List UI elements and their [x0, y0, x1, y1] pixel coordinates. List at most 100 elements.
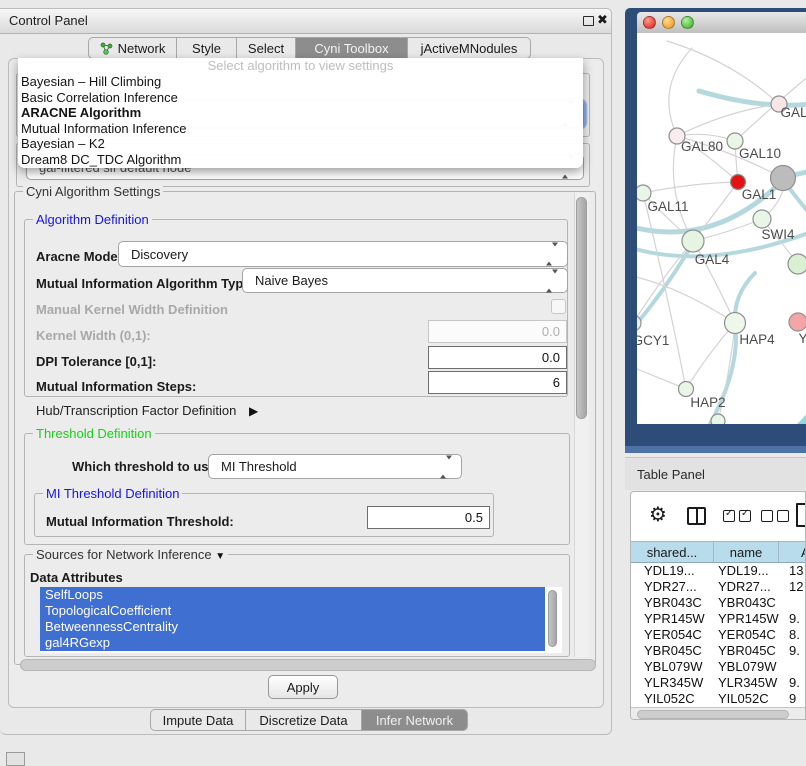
table-horizontal-scrollbar[interactable] [631, 707, 806, 720]
mi-type-combobox[interactable]: Naive Bayes [242, 268, 568, 293]
manual-kernel-checkbox[interactable] [551, 299, 566, 314]
control-panel-titlebar: Control Panel ✖ [0, 9, 611, 34]
network-node-label: GAL1 [742, 187, 777, 202]
table-scrollbar-thumb[interactable] [637, 710, 789, 719]
table-row[interactable]: YBR045CYBR045C9. [631, 643, 806, 659]
tab-impute-data[interactable]: Impute Data [150, 709, 246, 731]
tab-style[interactable]: Style [177, 37, 237, 59]
table-cell: YBR045C [631, 643, 714, 659]
algorithm-dropdown-item[interactable]: Bayesian – K2 [18, 136, 583, 152]
table-settings-gear-icon[interactable]: ⚙ [649, 505, 667, 526]
table-cell: 9 [779, 691, 806, 707]
data-attribute-item[interactable]: TopologicalCoefficient [40, 603, 545, 619]
float-window-icon[interactable] [583, 16, 594, 26]
combobox-value: MI Threshold [221, 459, 297, 474]
zoom-traffic-light-icon[interactable] [681, 16, 694, 29]
table-row[interactable]: YPR145WYPR145W9. [631, 611, 806, 627]
network-node-gal4[interactable] [682, 230, 704, 252]
tab-discretize-data[interactable]: Discretize Data [246, 709, 362, 731]
export-table-icon[interactable] [796, 503, 806, 527]
table-cell: YDL19... [714, 563, 779, 579]
algorithm-dropdown-item[interactable]: Bayesian – Hill Climbing [18, 74, 583, 90]
apply-button[interactable]: Apply [268, 675, 338, 699]
dpi-tolerance-label: DPI Tolerance [0,1]: [36, 354, 156, 369]
minimize-traffic-light-icon[interactable] [662, 16, 675, 29]
kernel-width-field[interactable]: 0.0 [428, 320, 567, 343]
data-attribute-item[interactable]: SelfLoops [40, 587, 545, 603]
table-cell: YBR045C [714, 643, 779, 659]
table-row[interactable]: YBR043CYBR043C [631, 595, 806, 611]
tab-label: jActiveMNodules [421, 41, 518, 56]
tab-cyni-toolbox[interactable]: Cyni Toolbox [296, 37, 408, 59]
settings-horizontal-scrollbar[interactable] [20, 659, 596, 671]
network-node[interactable] [788, 254, 806, 274]
algorithm-dropdown-item[interactable]: Dream8 DC_TDC Algorithm [18, 152, 583, 168]
data-attributes-list[interactable]: SelfLoopsTopologicalCoefficientBetweenne… [40, 587, 562, 653]
tab-network[interactable]: Network [88, 37, 177, 59]
data-attributes-label: Data Attributes [30, 570, 123, 585]
network-edge[interactable] [637, 365, 686, 389]
table-cell: YER054C [714, 627, 779, 643]
network-node[interactable] [711, 414, 725, 424]
network-edge[interactable] [765, 401, 806, 424]
aracne-mode-label: Aracne Mode: [36, 249, 122, 264]
tab-infer-network[interactable]: Infer Network [362, 709, 468, 731]
algorithm-dropdown-item[interactable]: Basic Correlation Inference [18, 90, 583, 106]
tab-label: Network [118, 41, 166, 56]
kernel-width-label: Kernel Width (0,1): [36, 328, 151, 343]
column-header-third[interactable]: A [779, 542, 806, 562]
data-attribute-item[interactable]: gal4RGexp [40, 635, 545, 651]
column-selector-icon[interactable] [687, 507, 706, 525]
table-cell: YDR27... [714, 579, 779, 595]
which-threshold-combobox[interactable]: MI Threshold [208, 454, 462, 479]
table-cell: YLR345W [714, 675, 779, 691]
deselect-all-icon[interactable] [761, 509, 793, 527]
collapsed-panel-button[interactable] [6, 752, 25, 766]
table-row[interactable]: YDR27...YDR27...12 [631, 579, 806, 595]
network-edge[interactable] [643, 193, 686, 389]
apply-button-label: Apply [287, 680, 320, 695]
table-row[interactable]: YER054CYER054C8. [631, 627, 806, 643]
network-node-swi4[interactable] [753, 210, 771, 228]
network-node-label: GCY1 [637, 333, 669, 348]
mi-threshold-field[interactable]: 0.5 [367, 506, 490, 529]
table-row[interactable]: YDL19...YDL19...13 [631, 563, 806, 579]
network-node-y[interactable] [789, 313, 806, 331]
network-node-hap4[interactable] [725, 313, 746, 334]
group-title: Threshold Definition [33, 426, 155, 441]
table-cell: YDL19... [631, 563, 714, 579]
hub-definition-toggle[interactable]: Hub/Transcription Factor Definition ▶ [36, 403, 258, 418]
aracne-mode-combobox[interactable]: Discovery [118, 241, 568, 267]
network-edge[interactable] [637, 275, 735, 323]
table-row[interactable]: YLR345WYLR345W9. [631, 675, 806, 691]
table-cell: 9. [779, 643, 806, 659]
attributes-list-scrollbar[interactable] [548, 590, 557, 647]
table-panel-title: Table Panel [637, 467, 705, 482]
close-traffic-light-icon[interactable] [643, 16, 656, 29]
table-row[interactable]: YIL052CYIL052C9 [631, 691, 806, 707]
network-edge[interactable] [667, 41, 779, 104]
table-panel: Table Panel ⚙ shared... name A YDL19...Y… [625, 457, 806, 720]
tab-label: Discretize Data [259, 713, 347, 728]
network-canvas[interactable]: GAL80GALGAL10GAL1GAL11SWI4GAL4GCY1HAP4YH… [637, 33, 806, 424]
select-all-icon[interactable] [723, 509, 755, 527]
mi-type-label: Mutual Information Algorithm Type: [36, 276, 255, 291]
column-header-name[interactable]: name [714, 542, 779, 562]
control-panel-window: Control Panel ✖ Network Style Select Cyn… [0, 8, 612, 735]
algorithm-dropdown-item[interactable]: ARACNE Algorithm [18, 105, 583, 121]
column-header-shared-name[interactable]: shared... [631, 542, 714, 562]
table-row[interactable]: YBL079WYBL079W [631, 659, 806, 675]
network-edge[interactable] [677, 104, 779, 136]
sources-toggle[interactable]: Sources for Network Inference ▼ [33, 547, 228, 562]
network-edge[interactable] [669, 48, 692, 136]
settings-vertical-scrollbar-thumb[interactable] [576, 197, 587, 419]
dpi-tolerance-field[interactable]: 0.0 [428, 346, 567, 369]
data-attribute-item[interactable]: BetweennessCentrality [40, 619, 545, 635]
close-icon[interactable]: ✖ [597, 12, 608, 28]
network-edge[interactable] [643, 182, 738, 193]
mi-steps-field[interactable]: 6 [428, 371, 567, 394]
network-edge[interactable] [699, 91, 806, 105]
tab-select[interactable]: Select [237, 37, 296, 59]
tab-jactivemnodules[interactable]: jActiveMNodules [408, 37, 531, 59]
algorithm-dropdown-item[interactable]: Mutual Information Inference [18, 121, 583, 137]
